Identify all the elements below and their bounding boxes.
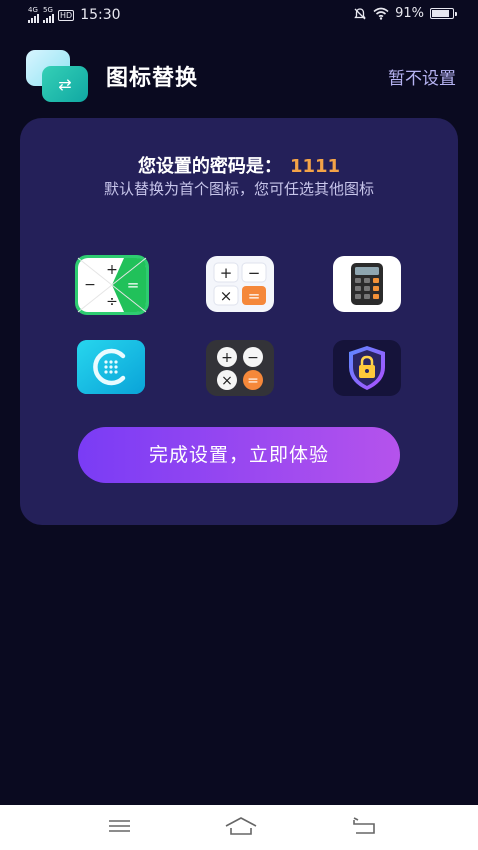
home-icon [225,817,257,835]
icon-2-glyph-minus: − [248,264,261,282]
shield-lock-icon [333,340,401,396]
status-time: 15:30 [80,7,121,23]
password-label: 您设置的密码是： [137,156,282,177]
password-value: 1111 [289,156,341,177]
menu-icon [109,820,130,832]
settings-card: 您设置的密码是： 1111 默认替换为首个图标，您可任选其他图标 + − ÷ = [20,118,458,525]
signal-4g-icon: 4G [28,7,39,23]
skip-button[interactable]: 暂不设置 [388,64,456,89]
finish-setup-button[interactable]: 完成设置，立即体验 [78,427,400,483]
calculator-black-icon [333,256,401,312]
hint-text: 默认替换为首个图标，您可任选其他图标 [103,180,374,198]
app-logo: ⇄ [26,50,88,102]
icon-2-glyph-equals: = [248,287,261,305]
icon-5-glyph-equals: = [247,373,259,389]
icon-1-glyph-minus: − [84,277,96,293]
status-right: 91% [353,6,457,21]
home-button[interactable] [224,815,257,839]
icon-option-1[interactable]: + − ÷ = [74,254,149,315]
calculator-white-icon: + − × = [206,256,274,312]
signal-5g-icon: 5G [43,7,54,23]
icon-option-2[interactable]: + − × = [206,256,276,314]
icon-1-glyph-divide: ÷ [106,294,118,310]
calculator-dark-icon: + − × = [206,340,274,396]
swap-icon: ⇄ [42,66,88,102]
battery-icon [430,8,457,19]
status-bar: 4G 5G HD 15:30 91% [0,0,478,30]
icon-option-3[interactable] [333,256,403,314]
icon-option-5[interactable]: + − × = [206,340,276,398]
header: ⇄ 图标替换 暂不设置 [0,46,478,106]
hd-icon: HD [58,9,75,21]
password-line: 您设置的密码是： 1111 [20,152,458,178]
back-icon [353,817,375,834]
icon-1-glyph-equals: = [127,276,140,294]
calculator-green-icon: + − ÷ = [75,255,149,315]
icon-5-glyph-plus: + [221,350,233,366]
icon-option-6[interactable] [333,340,403,398]
wifi-icon [373,7,389,20]
page-title: 图标替换 [106,66,199,91]
icon-2-glyph-times: × [220,287,233,305]
network-label-1: 4G [28,6,38,14]
mute-icon [354,7,366,19]
back-button[interactable] [350,815,380,839]
battery-percent: 91% [395,6,424,21]
status-left: 4G 5G HD 15:30 [28,7,121,23]
icon-2-glyph-plus: + [220,264,233,282]
icon-1-glyph-plus: + [106,262,118,278]
icon-5-glyph-times: × [221,373,233,389]
system-nav-bar [0,805,478,850]
icon-option-4[interactable] [77,340,147,398]
icon-5-glyph-minus: − [247,350,259,366]
network-label-2: 5G [43,6,53,14]
menu-button[interactable] [106,815,136,839]
cyan-calculator-icon [77,340,145,394]
